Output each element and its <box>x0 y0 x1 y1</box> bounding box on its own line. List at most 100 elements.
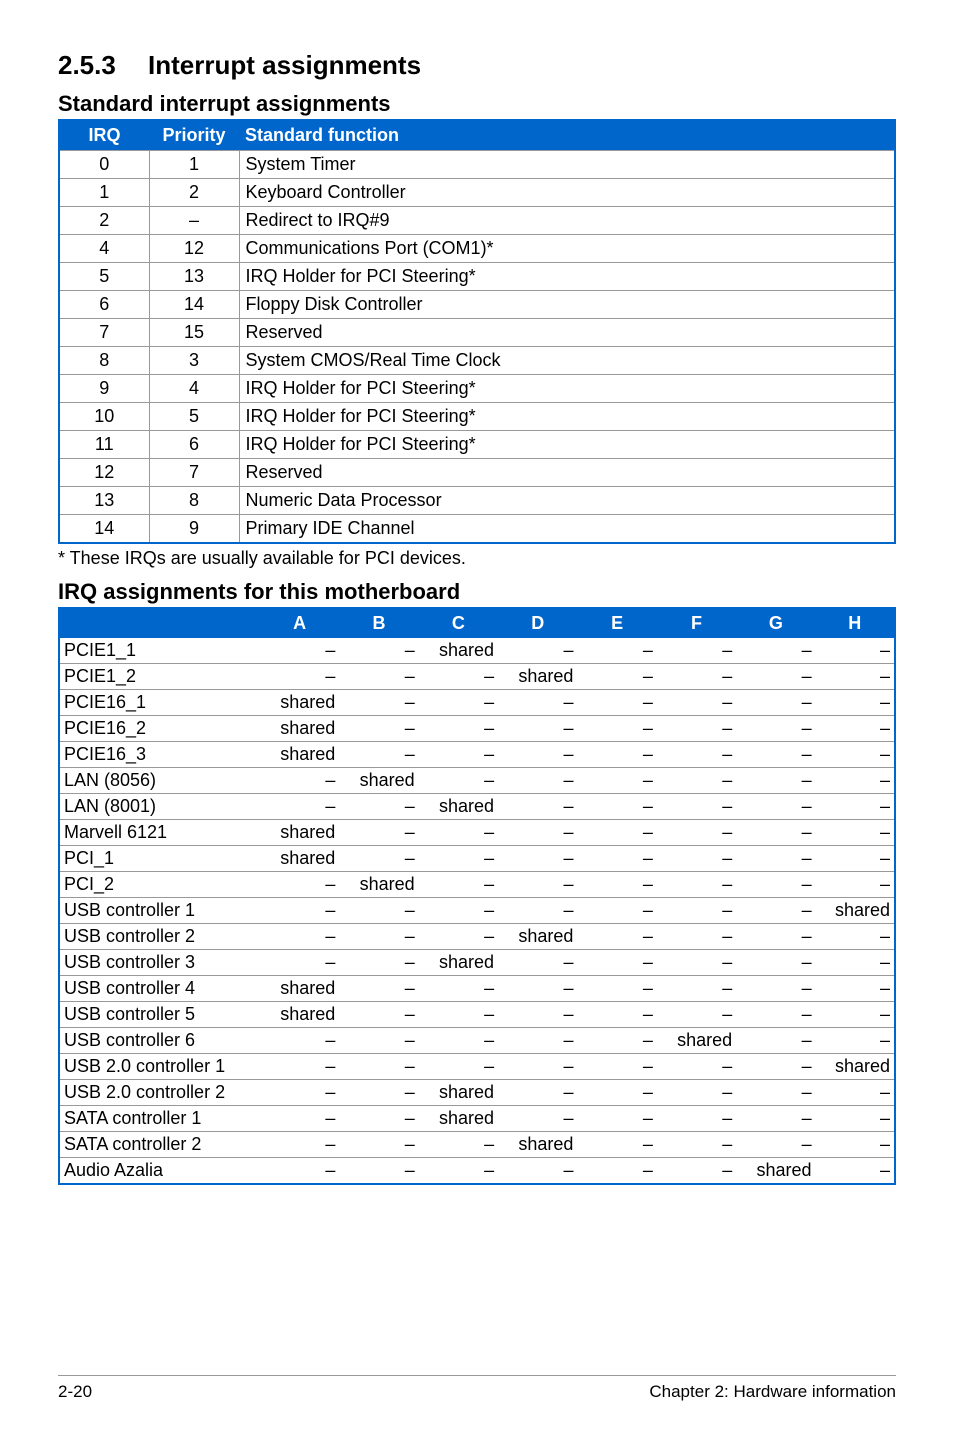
cell-value: – <box>498 1028 577 1054</box>
cell-value: – <box>816 950 895 976</box>
cell-irq: 10 <box>59 403 149 431</box>
cell-value: – <box>657 664 736 690</box>
footnote: * These IRQs are usually available for P… <box>58 548 896 569</box>
cell-priority: – <box>149 207 239 235</box>
cell-value: – <box>419 768 498 794</box>
cell-value: – <box>339 976 418 1002</box>
cell-value: – <box>498 690 577 716</box>
table-row: USB controller 1–––––––shared <box>59 898 895 924</box>
table-row: 2–Redirect to IRQ#9 <box>59 207 895 235</box>
cell-value: shared <box>498 924 577 950</box>
cell-value: – <box>498 898 577 924</box>
cell-value: – <box>577 872 656 898</box>
table-row: 127Reserved <box>59 459 895 487</box>
cell-value: – <box>736 924 815 950</box>
cell-value: – <box>577 1054 656 1080</box>
cell-value: – <box>816 664 895 690</box>
th-col: H <box>816 608 895 638</box>
cell-value: – <box>736 1106 815 1132</box>
table-row: LAN (8056)–shared–––––– <box>59 768 895 794</box>
cell-value: – <box>736 820 815 846</box>
cell-device: PCIE16_2 <box>59 716 260 742</box>
cell-value: – <box>816 1080 895 1106</box>
cell-device: USB 2.0 controller 2 <box>59 1080 260 1106</box>
cell-priority: 7 <box>149 459 239 487</box>
cell-function: Reserved <box>239 459 895 487</box>
cell-value: – <box>816 1028 895 1054</box>
cell-value: – <box>816 716 895 742</box>
cell-value: – <box>419 976 498 1002</box>
cell-irq: 9 <box>59 375 149 403</box>
cell-value: – <box>419 898 498 924</box>
cell-value: shared <box>260 976 339 1002</box>
cell-value: shared <box>260 820 339 846</box>
cell-value: – <box>260 1080 339 1106</box>
table-row: SATA controller 2–––shared–––– <box>59 1132 895 1158</box>
cell-device: LAN (8056) <box>59 768 260 794</box>
cell-value: – <box>657 846 736 872</box>
cell-value: – <box>419 872 498 898</box>
cell-value: – <box>339 742 418 768</box>
cell-device: PCIE16_3 <box>59 742 260 768</box>
table-row: PCI_2–shared–––––– <box>59 872 895 898</box>
cell-value: – <box>260 950 339 976</box>
table-header-row: IRQ Priority Standard function <box>59 120 895 151</box>
cell-value: shared <box>260 1002 339 1028</box>
cell-priority: 9 <box>149 515 239 544</box>
cell-value: – <box>260 768 339 794</box>
cell-value: – <box>736 794 815 820</box>
cell-device: SATA controller 1 <box>59 1106 260 1132</box>
table-row: 105IRQ Holder for PCI Steering* <box>59 403 895 431</box>
cell-value: – <box>577 1132 656 1158</box>
cell-irq: 6 <box>59 291 149 319</box>
cell-value: shared <box>816 1054 895 1080</box>
cell-function: Keyboard Controller <box>239 179 895 207</box>
cell-value: – <box>577 846 656 872</box>
table-row: 149Primary IDE Channel <box>59 515 895 544</box>
cell-value: shared <box>260 846 339 872</box>
table-row: PCI_1shared––––––– <box>59 846 895 872</box>
cell-value: – <box>736 638 815 664</box>
cell-value: – <box>498 872 577 898</box>
cell-value: – <box>339 1028 418 1054</box>
page-footer: 2-20 Chapter 2: Hardware information <box>58 1375 896 1402</box>
cell-value: – <box>260 1106 339 1132</box>
cell-value: – <box>339 690 418 716</box>
th-blank <box>59 608 260 638</box>
th-col: E <box>577 608 656 638</box>
cell-value: – <box>339 1080 418 1106</box>
cell-value: – <box>498 716 577 742</box>
cell-value: – <box>260 1028 339 1054</box>
table-row: 138Numeric Data Processor <box>59 487 895 515</box>
cell-irq: 12 <box>59 459 149 487</box>
cell-value: – <box>339 898 418 924</box>
cell-value: – <box>260 794 339 820</box>
cell-value: – <box>577 664 656 690</box>
cell-value: – <box>339 1054 418 1080</box>
cell-priority: 8 <box>149 487 239 515</box>
table-row: PCIE16_3shared––––––– <box>59 742 895 768</box>
th-col: A <box>260 608 339 638</box>
cell-value: – <box>419 664 498 690</box>
cell-value: – <box>736 690 815 716</box>
chapter-title: Chapter 2: Hardware information <box>649 1382 896 1402</box>
cell-value: – <box>339 1002 418 1028</box>
cell-value: – <box>577 976 656 1002</box>
cell-value: – <box>657 716 736 742</box>
cell-value: shared <box>816 898 895 924</box>
cell-value: – <box>498 846 577 872</box>
table-row: USB controller 2–––shared–––– <box>59 924 895 950</box>
cell-function: Reserved <box>239 319 895 347</box>
cell-value: shared <box>339 872 418 898</box>
cell-value: – <box>498 976 577 1002</box>
cell-value: – <box>657 872 736 898</box>
cell-irq: 4 <box>59 235 149 263</box>
cell-function: IRQ Holder for PCI Steering* <box>239 263 895 291</box>
cell-value: – <box>419 1158 498 1185</box>
cell-priority: 15 <box>149 319 239 347</box>
cell-value: – <box>736 768 815 794</box>
cell-value: – <box>577 950 656 976</box>
cell-value: – <box>577 898 656 924</box>
th-col: F <box>657 608 736 638</box>
cell-value: – <box>339 716 418 742</box>
